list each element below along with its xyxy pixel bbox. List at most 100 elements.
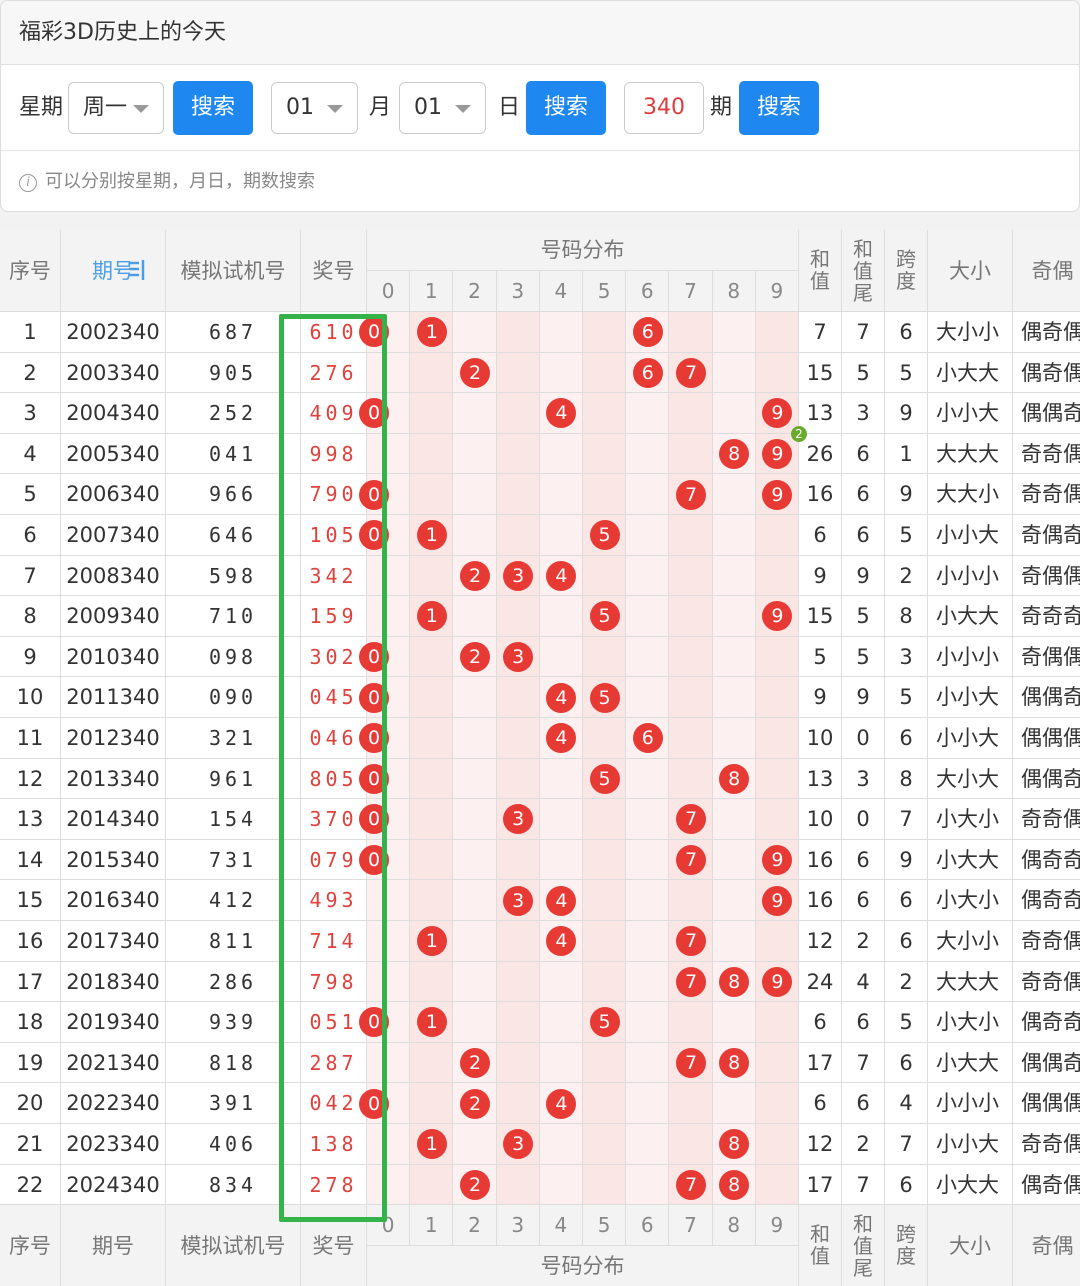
number-ball: 0 (359, 682, 389, 713)
row-sum-tail: 6 (842, 515, 885, 556)
header-digit: 1 (410, 1205, 454, 1247)
row-prize: 042 (301, 1083, 367, 1124)
row-prize: 370 (301, 799, 367, 840)
dist-cell (367, 1124, 411, 1165)
header-sum-text: 和值 (810, 247, 830, 293)
dist-cell: 9 (755, 961, 799, 1003)
header-digit: 4 (539, 271, 583, 312)
dist-cell (496, 1042, 540, 1084)
dist-cell: 7 (669, 352, 713, 394)
row-seq: 16 (0, 921, 61, 962)
number-ball: 8 (719, 439, 750, 470)
dist-cell (496, 1164, 540, 1206)
row-seq: 10 (0, 677, 61, 718)
row-sum-tail: 2 (842, 921, 885, 962)
dist-cell (583, 352, 627, 394)
number-ball: 1 (416, 1129, 447, 1160)
dist-cell (712, 1083, 756, 1124)
header-period[interactable]: 期号 (61, 230, 166, 312)
number-ball: 4 (546, 885, 577, 916)
search-date-button[interactable]: 搜索 (526, 81, 606, 135)
row-seq: 7 (0, 555, 61, 597)
dist-cell (626, 880, 670, 921)
month-select[interactable]: 01 (271, 82, 358, 134)
row-span: 2 (885, 555, 928, 597)
dist-cell (755, 921, 799, 962)
header-digit: 0 (367, 1205, 411, 1247)
dist-cell (712, 596, 756, 637)
row-period: 2004340 (61, 393, 166, 434)
dist-cell (367, 1042, 411, 1084)
day-label: 日 (498, 95, 521, 120)
dist-cell (539, 799, 583, 840)
row-parity: 奇奇偶 (1013, 962, 1080, 1003)
chevron-down-icon (327, 105, 343, 113)
dist-cell (755, 758, 799, 800)
weekday-select-value: 周一 (83, 95, 128, 120)
row-parity: 奇奇奇 (1013, 596, 1080, 637)
dist-cell: 9 (755, 474, 799, 515)
dist-cell (669, 1083, 713, 1124)
row-prize: 342 (301, 555, 367, 597)
row-seq: 9 (0, 636, 61, 678)
number-ball: 7 (675, 479, 706, 510)
sort-icon[interactable] (128, 258, 146, 282)
row-sum: 6 (799, 1083, 842, 1124)
dist-cell: 2 (453, 555, 497, 597)
row-seq: 20 (0, 1083, 61, 1124)
row-period: 2006340 (61, 474, 166, 515)
row-parity: 奇奇偶 (1013, 434, 1080, 475)
dist-cell (453, 1124, 497, 1165)
dist-cell (712, 880, 756, 921)
dist-cell: 1 (410, 1002, 454, 1043)
dist-cell (755, 1042, 799, 1084)
repeat-count-badge: 2 (790, 425, 807, 442)
number-ball: 5 (589, 601, 620, 632)
search-weekday-button[interactable]: 搜索 (173, 81, 253, 135)
dist-cell (410, 799, 454, 840)
row-sim: 966 (166, 474, 301, 515)
number-ball: 8 (719, 763, 750, 794)
dist-cell: 8 (712, 1164, 756, 1206)
header-digit: 1 (410, 271, 454, 312)
dist-cell (626, 799, 670, 840)
number-ball: 2 (459, 1169, 490, 1200)
row-size: 小大大 (928, 596, 1013, 637)
row-sum: 10 (799, 718, 842, 759)
number-ball: 7 (675, 926, 706, 957)
dist-cell (626, 474, 670, 515)
number-ball: 4 (546, 723, 577, 754)
dist-cell (755, 636, 799, 678)
row-size: 小大大 (928, 1164, 1013, 1206)
row-sum-tail: 4 (842, 961, 885, 1003)
row-sim: 321 (166, 718, 301, 759)
row-parity: 偶奇奇 (1013, 840, 1080, 881)
dist-cell (410, 1083, 454, 1124)
row-parity: 奇偶偶 (1013, 637, 1080, 678)
dist-cell: 2 (453, 1042, 497, 1084)
header-span: 跨度 (885, 230, 928, 312)
row-parity: 奇奇偶 (1013, 474, 1080, 515)
period-input[interactable]: 340 (624, 82, 704, 134)
dist-cell: 7 (669, 961, 713, 1003)
number-ball: 4 (546, 1088, 577, 1119)
number-ball: 5 (589, 1007, 620, 1038)
row-parity: 偶偶偶 (1013, 1083, 1080, 1124)
search-period-button[interactable]: 搜索 (739, 81, 819, 135)
dist-cell: 9 (755, 839, 799, 881)
day-select[interactable]: 01 (399, 82, 486, 134)
dist-cell (367, 352, 411, 394)
dist-cell (410, 1164, 454, 1206)
dist-cell (712, 312, 756, 353)
row-seq: 12 (0, 758, 61, 800)
row-seq: 2 (0, 352, 61, 394)
dist-cell (626, 758, 670, 800)
header-digit: 5 (583, 1205, 627, 1247)
dist-cell: 0 (359, 636, 411, 678)
dist-cell (453, 677, 497, 718)
weekday-select[interactable]: 周一 (68, 82, 164, 134)
dist-cell (626, 393, 670, 434)
dist-cell (496, 393, 540, 434)
number-ball: 7 (675, 1169, 706, 1200)
dist-cell (712, 921, 756, 962)
